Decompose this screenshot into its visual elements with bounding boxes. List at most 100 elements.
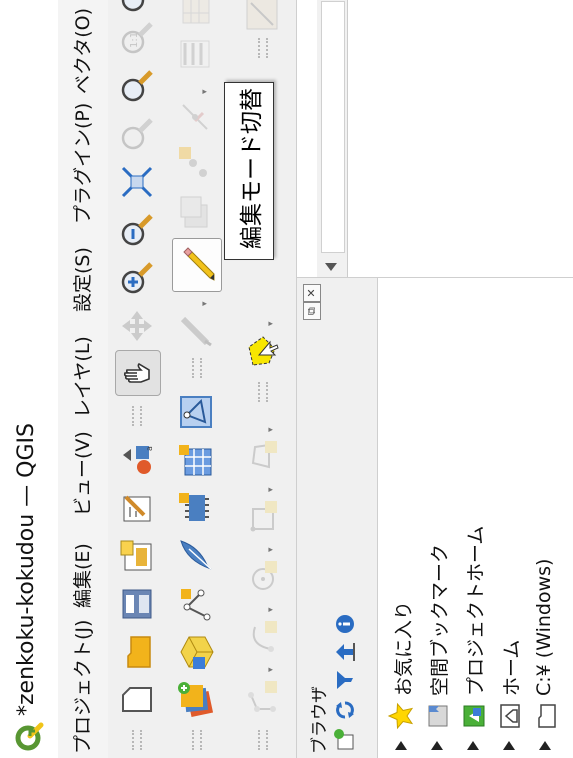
tree-label: プロジェクトホーム xyxy=(465,525,487,696)
qgis-window: *zenkoku-kokudou — QGIS プロジェクト(J) 編集(E) … xyxy=(0,0,573,758)
zoom-to-layer-button[interactable] xyxy=(115,64,159,108)
toolbar-handle[interactable] xyxy=(258,730,268,750)
grid-layer-icon xyxy=(179,445,212,476)
dropdown-arrow[interactable]: ▾ xyxy=(200,301,210,306)
dropdown-arrow[interactable]: ▾ xyxy=(266,547,276,552)
toolbar-row-2: ▾ ▾ xyxy=(166,0,229,758)
zoom-native-button: 1:1 xyxy=(115,16,159,60)
toolbar-handle[interactable] xyxy=(132,406,142,426)
new-spatialite-layer-button[interactable] xyxy=(174,534,218,578)
new-shapefile-layer-button[interactable] xyxy=(174,582,218,626)
zoom-in-button[interactable] xyxy=(115,256,159,300)
scroll-thumb[interactable] xyxy=(321,1,345,253)
browser-panel: ブラウザ ⧉ ✕ お気に入り 空間ブックマーク プロジェクトホーム ホーム C:… xyxy=(296,278,573,758)
zoom-native-icon: 1:1 xyxy=(121,22,153,54)
select-features-button[interactable] xyxy=(240,328,284,372)
toggle-editing-tooltip: 編集モード切替 xyxy=(224,82,274,260)
toolbar-handle[interactable] xyxy=(258,382,268,402)
menu-edit[interactable]: 編集(E) xyxy=(68,543,95,608)
digitize-polygon-button xyxy=(240,434,284,478)
print-layout-icon xyxy=(120,540,152,571)
info-icon[interactable] xyxy=(333,612,357,636)
list-item[interactable]: 空間ブックマーク xyxy=(420,278,454,758)
toolbar-handle[interactable] xyxy=(192,358,202,378)
float-panel-button[interactable]: ⧉ xyxy=(303,302,321,320)
zoom-to-layer-icon xyxy=(121,70,153,102)
list-item[interactable]: ホーム xyxy=(492,278,526,758)
pan-to-selection-icon xyxy=(122,311,152,341)
expand-arrow-icon[interactable] xyxy=(503,741,515,750)
new-geopackage-layer-button[interactable] xyxy=(174,630,218,674)
title-bar: *zenkoku-kokudou — QGIS xyxy=(0,0,58,758)
save-icon xyxy=(122,589,152,619)
dropdown-arrow[interactable]: ▾ xyxy=(266,427,276,432)
expand-arrow-icon[interactable] xyxy=(539,741,551,750)
close-panel-button[interactable]: ✕ xyxy=(303,284,321,302)
menu-plugins[interactable]: プラグイン(P) xyxy=(68,103,95,224)
measure-button xyxy=(240,0,284,36)
new-temp-scratch-layer-button[interactable] xyxy=(174,390,218,434)
expand-arrow-icon[interactable] xyxy=(395,741,407,750)
layout-manager-button[interactable] xyxy=(115,486,159,530)
save-project-button[interactable] xyxy=(115,582,159,626)
toolbar-handle[interactable] xyxy=(132,730,142,750)
new-print-layout-button[interactable] xyxy=(115,534,159,578)
digitize-shape-button xyxy=(240,554,284,598)
pan-map-button[interactable] xyxy=(115,350,161,396)
zoom-full-button[interactable] xyxy=(115,160,159,204)
menu-view[interactable]: ビュー(V) xyxy=(68,431,95,516)
add-selected-layers-icon[interactable] xyxy=(333,728,357,752)
toolbar-handle[interactable] xyxy=(192,730,202,750)
folder-icon xyxy=(127,636,151,668)
style-manager-button[interactable]: a xyxy=(115,438,159,482)
dropdown-arrow[interactable]: ▾ xyxy=(200,89,210,94)
list-item[interactable]: お気に入り xyxy=(384,278,418,758)
project-home-icon xyxy=(463,705,485,727)
vertex-tool-icon xyxy=(182,104,208,130)
menu-vector[interactable]: ベクタ(O) xyxy=(68,8,95,94)
select-features-icon xyxy=(248,336,279,366)
vertex-tool-button xyxy=(174,94,218,138)
scratch-layer-icon xyxy=(180,396,212,428)
expand-arrow-icon[interactable] xyxy=(431,741,443,750)
tree-label: 空間ブックマーク xyxy=(429,543,451,696)
menu-project[interactable]: プロジェクト(J) xyxy=(68,620,95,754)
tree-label: お気に入り xyxy=(393,600,415,696)
dropdown-arrow[interactable]: ▾ xyxy=(266,487,276,492)
refresh-icon[interactable] xyxy=(333,698,357,722)
zoom-out-button[interactable] xyxy=(115,208,159,252)
add-feature-button xyxy=(174,142,218,186)
new-virtual-layer-button[interactable] xyxy=(174,486,218,530)
expand-arrow-icon[interactable] xyxy=(467,741,479,750)
map-canvas[interactable] xyxy=(296,0,573,278)
horizontal-scrollbar[interactable] xyxy=(317,0,348,277)
digitize-polygon-icon xyxy=(251,441,277,469)
menu-bar: プロジェクト(J) 編集(E) ビュー(V) レイヤ(L) 設定(S) プラグイ… xyxy=(58,0,109,758)
pan-to-selection-button xyxy=(115,304,159,348)
dropdown-arrow[interactable]: ▾ xyxy=(266,667,276,672)
new-memory-layer-button[interactable] xyxy=(174,438,218,482)
digitize-rectangle-button xyxy=(240,494,284,538)
list-item[interactable]: プロジェクトホーム xyxy=(456,278,490,758)
dropdown-arrow[interactable]: ▾ xyxy=(266,607,276,612)
hand-pan-icon xyxy=(123,362,150,383)
dropdown-arrow[interactable]: ▾ xyxy=(266,321,276,326)
filter-icon[interactable] xyxy=(333,668,357,692)
new-file-icon xyxy=(122,687,152,712)
browser-panel-title: ブラウザ xyxy=(310,686,330,754)
toggle-editing-button[interactable] xyxy=(172,238,222,292)
collapse-all-icon[interactable] xyxy=(333,640,357,664)
digitize-line-button xyxy=(240,674,284,718)
menu-layer[interactable]: レイヤ(L) xyxy=(68,336,95,418)
qgis-logo-icon xyxy=(15,722,44,751)
new-project-button[interactable] xyxy=(115,678,159,722)
scroll-left-icon[interactable] xyxy=(325,263,337,271)
zoom-last-button[interactable] xyxy=(115,0,159,18)
menu-settings[interactable]: 設定(S) xyxy=(68,247,95,312)
toolbar-handle[interactable] xyxy=(258,38,268,58)
open-project-button[interactable] xyxy=(115,630,159,674)
data-source-manager-button[interactable] xyxy=(174,678,218,722)
list-item[interactable]: C:¥ (Windows) xyxy=(528,278,562,758)
digitize-shape-icon xyxy=(252,561,277,590)
screen-stage: *zenkoku-kokudou — QGIS プロジェクト(J) 編集(E) … xyxy=(0,0,573,758)
